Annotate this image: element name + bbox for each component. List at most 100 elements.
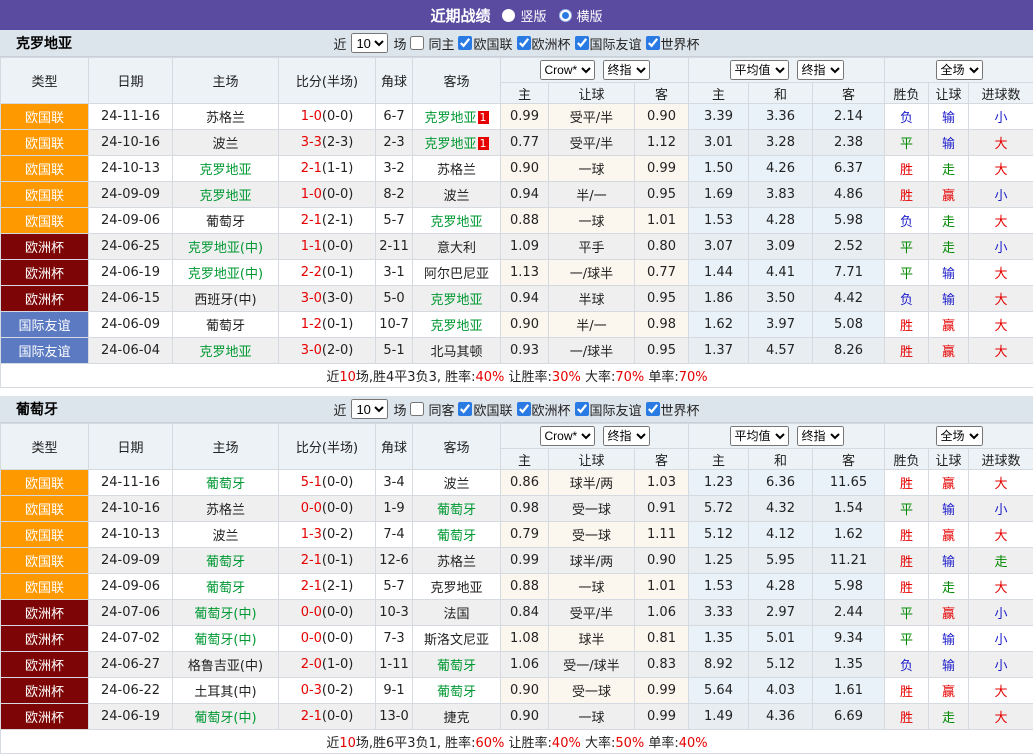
goals-result-cell: 小 (969, 626, 1033, 652)
home-team-cell: 土耳其(中) (173, 678, 279, 704)
same-venue-label: 同主 (428, 34, 454, 53)
layout-radio-vertical[interactable]: 竖版 (502, 6, 546, 25)
home-team-cell: 克罗地亚(中) (173, 234, 279, 260)
score-cell: 5-1(0-0) (279, 470, 376, 496)
league-checkbox-nations[interactable] (458, 402, 472, 416)
odds-home-cell: 0.90 (501, 678, 549, 704)
same-venue-checkbox[interactable] (410, 402, 424, 416)
handicap-result-cell: 输 (929, 260, 969, 286)
away-team-name: 苏格兰 (437, 163, 476, 178)
score-cell: 1-2(0-1) (279, 312, 376, 338)
match-date-cell: 24-06-19 (89, 704, 173, 730)
odds-handicap-cell: 受平/半 (549, 130, 635, 156)
odds-handicap-cell: 一球 (549, 156, 635, 182)
away-team-name: 苏格兰 (437, 555, 476, 570)
wdl-result-cell: 胜 (885, 470, 929, 496)
odds-handicap-cell: 半/一 (549, 312, 635, 338)
col-corner: 角球 (376, 58, 413, 104)
home-team-cell: 葡萄牙 (173, 574, 279, 600)
away-team-cell: 阿尔巴尼亚 (413, 260, 501, 286)
avg-time-select[interactable]: 终指 (797, 426, 844, 446)
league-checkbox-euro[interactable] (517, 402, 531, 416)
scope-select[interactable]: 全场 (936, 60, 983, 80)
col-goals: 进球数 (969, 449, 1033, 470)
match-date-cell: 24-09-09 (89, 548, 173, 574)
wdl-result-cell: 胜 (885, 312, 929, 338)
league-checkbox-friendly[interactable] (575, 36, 589, 50)
half-time-score: (0-2) (322, 527, 353, 542)
league-checkbox-friendly[interactable] (575, 402, 589, 416)
avg-source-select[interactable]: 平均值 (730, 60, 789, 80)
goals-result-cell: 大 (969, 704, 1033, 730)
radio-vertical-icon[interactable] (502, 9, 515, 22)
score-cell: 2-1(0-0) (279, 704, 376, 730)
score-cell: 0-0(0-0) (279, 496, 376, 522)
full-time-score: 0-0 (301, 631, 322, 646)
half-time-score: (2-1) (322, 579, 353, 594)
full-time-score: 1-1 (301, 239, 322, 254)
odds-away-cell: 1.12 (635, 130, 689, 156)
handicap-result-cell: 赢 (929, 522, 969, 548)
corner-cell: 10-3 (376, 600, 413, 626)
full-time-score: 1-0 (301, 187, 322, 202)
match-type-cell: 欧国联 (1, 548, 89, 574)
avg-draw-cell: 4.41 (749, 260, 813, 286)
match-date-cell: 24-07-02 (89, 626, 173, 652)
odds-home-cell: 0.88 (501, 208, 549, 234)
avg-time-select[interactable]: 终指 (797, 60, 844, 80)
avg-away-cell: 2.44 (813, 600, 885, 626)
league-checkbox-worldcup[interactable] (646, 36, 660, 50)
summary-stat-value: 50% (615, 736, 644, 751)
corner-cell: 3-2 (376, 156, 413, 182)
wdl-result-cell: 平 (885, 260, 929, 286)
wdl-result-cell: 负 (885, 104, 929, 130)
home-team-cell: 葡萄牙 (173, 470, 279, 496)
same-venue-checkbox[interactable] (410, 36, 424, 50)
score-cell: 0-0(0-0) (279, 626, 376, 652)
summary-stat-label: 场,胜6平3负1, 胜率: (356, 736, 476, 751)
wdl-result-cell: 胜 (885, 574, 929, 600)
match-row: 欧洲杯24-07-02葡萄牙(中)0-0(0-0)7-3斯洛文尼亚1.08球半0… (1, 626, 1033, 652)
odds-time-select[interactable]: 终指 (603, 60, 650, 80)
handicap-result-cell: 走 (929, 156, 969, 182)
odds-provider-select[interactable]: Crow* (540, 60, 595, 80)
away-team-cell: 捷克 (413, 704, 501, 730)
goals-result-cell: 小 (969, 104, 1033, 130)
summary-stat-value: 40% (552, 736, 581, 751)
col-away: 客场 (413, 58, 501, 104)
odds-time-select[interactable]: 终指 (603, 426, 650, 446)
handicap-result-cell: 赢 (929, 182, 969, 208)
odds-provider-select[interactable]: Crow* (540, 426, 595, 446)
layout-radio-horizontal[interactable]: 横版 (559, 6, 603, 25)
col-avg-home: 主 (689, 449, 749, 470)
match-date-cell: 24-06-15 (89, 286, 173, 312)
away-team-name: 葡萄牙 (437, 685, 476, 700)
match-type-cell: 欧国联 (1, 208, 89, 234)
corner-cell: 5-0 (376, 286, 413, 312)
goals-result-cell: 大 (969, 312, 1033, 338)
full-time-score: 0-0 (301, 501, 322, 516)
radio-horizontal-icon[interactable] (559, 9, 572, 22)
avg-source-select[interactable]: 平均值 (730, 426, 789, 446)
games-count-select[interactable]: 10 (351, 33, 388, 53)
odds-away-cell: 0.80 (635, 234, 689, 260)
odds-away-cell: 1.03 (635, 470, 689, 496)
games-count-select[interactable]: 10 (351, 399, 388, 419)
summary-stat-label: 近 (326, 370, 339, 385)
title-bar: 近期战绩 竖版 横版 (0, 0, 1033, 30)
wdl-result-cell: 胜 (885, 548, 929, 574)
league-checkbox-euro[interactable] (517, 36, 531, 50)
half-time-score: (0-2) (322, 683, 353, 698)
match-date-cell: 24-11-16 (89, 104, 173, 130)
home-team-cell: 苏格兰 (173, 496, 279, 522)
league-checkbox-nations[interactable] (458, 36, 472, 50)
wdl-result-cell: 负 (885, 208, 929, 234)
league-checkbox-worldcup[interactable] (646, 402, 660, 416)
scope-select[interactable]: 全场 (936, 426, 983, 446)
col-avg-draw: 和 (749, 83, 813, 104)
away-team-cell: 克罗地亚1 (413, 130, 501, 156)
summary-stat-label: 单率: (644, 736, 679, 751)
half-time-score: (0-0) (322, 501, 353, 516)
team-name: 克罗地亚 (16, 33, 72, 53)
avg-draw-cell: 4.32 (749, 496, 813, 522)
